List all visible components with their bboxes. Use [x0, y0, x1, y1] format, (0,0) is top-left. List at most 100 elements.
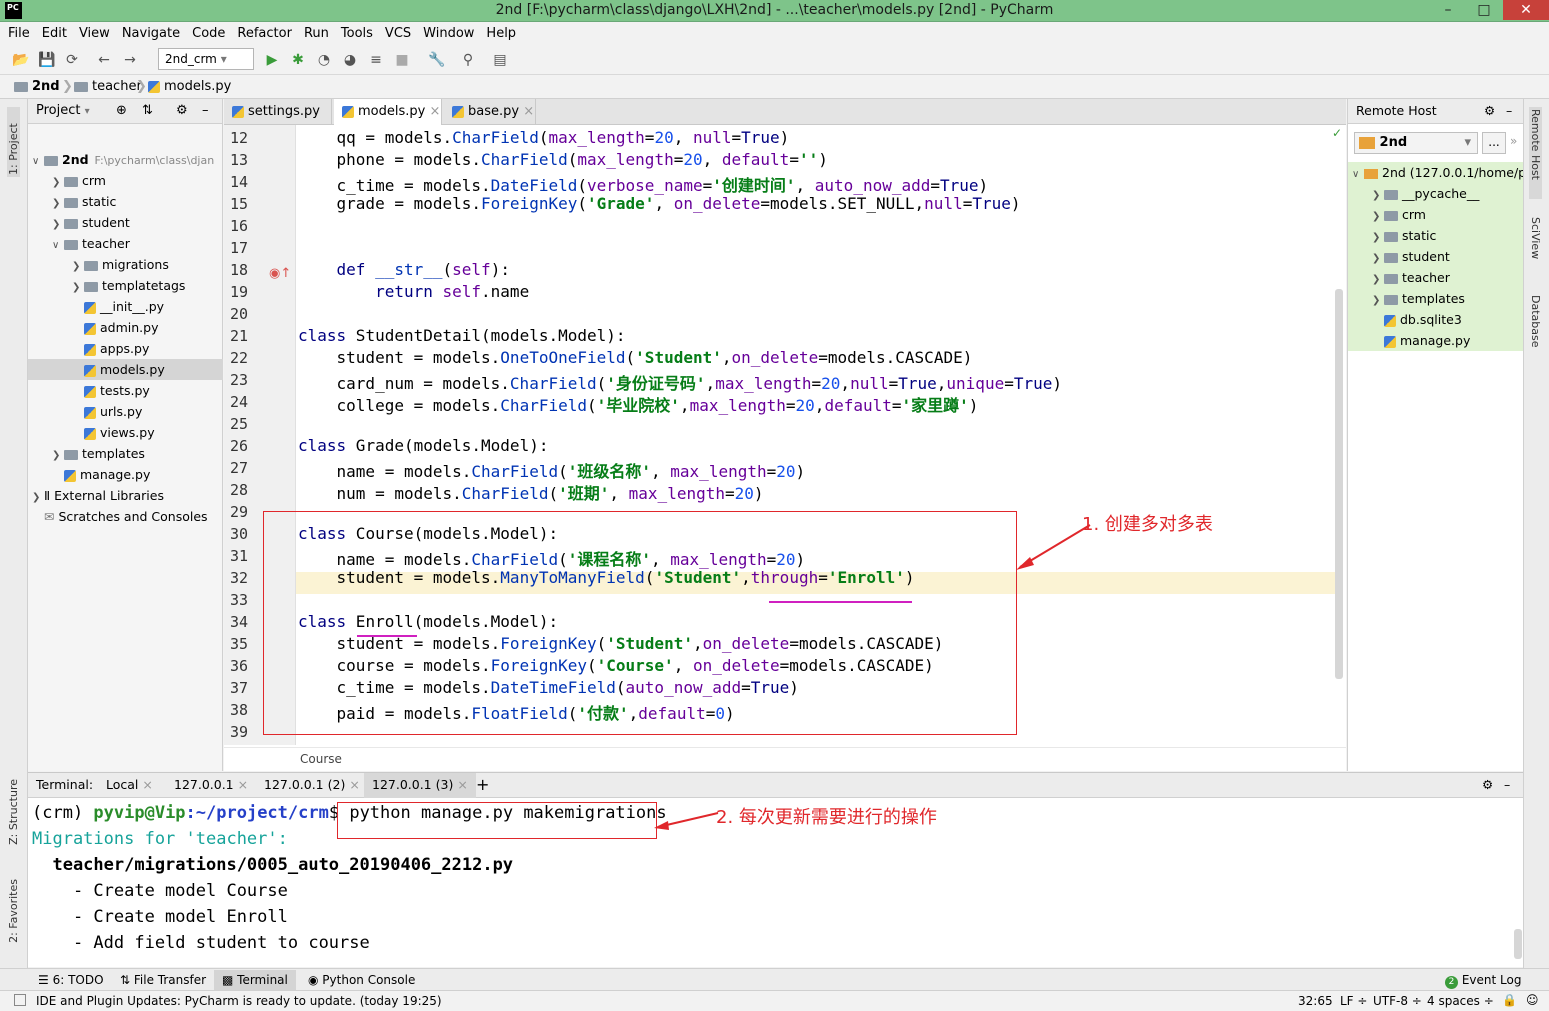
new-terminal-icon[interactable]: + — [468, 773, 497, 798]
chevron-right-icon[interactable]: ❯ — [1372, 206, 1384, 227]
search-icon[interactable]: ⚲ — [460, 52, 476, 68]
remote-host-tool-button[interactable]: Remote Host — [1529, 107, 1542, 199]
project-tree-item[interactable]: ❯ migrations — [28, 254, 223, 275]
menu-tools[interactable]: Tools — [333, 23, 377, 41]
coverage-icon[interactable]: ◔ — [316, 52, 332, 68]
gear-icon[interactable]: ⚙ — [176, 99, 188, 123]
breadcrumb-course[interactable]: Course — [300, 752, 342, 766]
line-separator[interactable]: LF ÷ — [1340, 994, 1367, 1008]
remote-tree-item[interactable]: ❯ crm — [1348, 204, 1524, 225]
menu-window[interactable]: Window — [415, 23, 478, 41]
menu-help[interactable]: Help — [478, 23, 520, 41]
remote-tree-item[interactable]: ❯ __pycache__ — [1348, 183, 1524, 204]
event-log-tool-button[interactable]: 2 Event Log — [1445, 973, 1521, 989]
menu-file[interactable]: File — [0, 23, 34, 41]
terminal-tab-2[interactable]: 127.0.0.1 (2) × — [256, 773, 368, 798]
todo-tool-button[interactable]: ☰ 6: TODO — [38, 973, 104, 987]
menu-navigate[interactable]: Navigate — [114, 23, 184, 41]
caret-position[interactable]: 32:65 — [1298, 994, 1333, 1008]
favorites-tool-button[interactable]: 2: Favorites — [7, 879, 20, 943]
status-message[interactable]: IDE and Plugin Updates: PyCharm is ready… — [36, 994, 442, 1008]
remote-tree-item[interactable]: ❯ templates — [1348, 288, 1524, 309]
lock-icon[interactable]: 🔒 — [1502, 993, 1517, 1007]
menu-vcs[interactable]: VCS — [377, 23, 415, 41]
chevron-down-icon[interactable]: ∨ — [32, 151, 44, 172]
menu-code[interactable]: Code — [184, 23, 229, 41]
project-view-select[interactable]: Project — [36, 103, 80, 118]
terminal-tab-1[interactable]: 127.0.0.1 × — [166, 773, 256, 798]
file-transfer-tool-button[interactable]: ⇅ File Transfer — [120, 973, 206, 987]
code-line[interactable]: name = models.CharField('班级名称', max_leng… — [298, 458, 806, 482]
terminal-tool-button[interactable]: ▩ Terminal — [214, 970, 296, 990]
project-tree-item[interactable]: views.py — [28, 422, 223, 443]
debug-icon[interactable]: ✱ — [290, 52, 306, 68]
database-tool-button[interactable]: Database — [1529, 295, 1542, 348]
vcs-icon[interactable]: ▤ — [492, 52, 508, 68]
sync-icon[interactable]: ⟳ — [64, 52, 80, 68]
code-line[interactable]: grade = models.ForeignKey('Grade', on_de… — [298, 194, 1021, 213]
project-tree-item[interactable]: ∨ teacher — [28, 233, 223, 254]
remote-tree-item[interactable]: ❯ static — [1348, 225, 1524, 246]
menu-edit[interactable]: Edit — [34, 23, 71, 41]
open-folder-icon[interactable]: 📂 — [12, 52, 29, 68]
menu-refactor[interactable]: Refactor — [229, 23, 296, 41]
more-servers-button[interactable]: ... — [1482, 132, 1506, 154]
server-select[interactable]: 2nd ▾ — [1354, 132, 1478, 154]
breadcrumb-teacher[interactable]: teacher — [74, 79, 142, 94]
tab-models[interactable]: models.py × — [334, 99, 442, 125]
stop-icon[interactable]: ■ — [394, 52, 410, 68]
code-line[interactable]: class Grade(models.Model): — [298, 436, 548, 455]
terminal-tab-3[interactable]: 127.0.0.1 (3) × — [364, 773, 476, 798]
project-tree-item[interactable]: ∨ 2nd F:\pycharm\class\djan — [28, 149, 223, 170]
code-line[interactable]: def __str__(self): — [298, 260, 510, 279]
close-button[interactable]: ✕ — [1503, 0, 1549, 20]
chevron-right-icon[interactable]: ❯ — [52, 445, 64, 466]
project-tree-item[interactable]: manage.py — [28, 464, 223, 485]
remote-tree-item[interactable]: ❯ student — [1348, 246, 1524, 267]
code-line[interactable]: student = models.OneToOneField('Student'… — [298, 348, 973, 367]
hide-icon[interactable]: – — [1506, 99, 1512, 123]
chevron-right-icon[interactable]: ❯ — [52, 214, 64, 235]
run-icon[interactable]: ▶ — [264, 52, 280, 68]
inspector-icon[interactable]: ☺ — [1526, 993, 1539, 1007]
chevron-right-icon[interactable]: ❯ — [1372, 185, 1384, 206]
tab-settings[interactable]: settings.py × — [224, 99, 332, 144]
hide-icon[interactable]: – — [202, 99, 209, 123]
project-tree-item[interactable]: ✉ Scratches and Consoles — [28, 506, 223, 527]
project-tree-item[interactable]: ❯ student — [28, 212, 223, 233]
collapse-icon[interactable]: ⇅ — [142, 99, 153, 123]
chevron-right-icon[interactable]: ❯ — [1372, 269, 1384, 290]
code-line[interactable]: card_num = models.CharField('身份证号码',max_… — [298, 370, 1062, 394]
code-line[interactable]: qq = models.CharField(max_length=20, nul… — [298, 128, 790, 147]
chevron-right-icon[interactable]: ❯ — [52, 193, 64, 214]
close-tab-icon[interactable]: × — [523, 104, 534, 119]
code-line[interactable]: return self.name — [298, 282, 529, 301]
chevron-right-icon[interactable]: ❯ — [72, 277, 84, 298]
status-toggle-icon[interactable] — [14, 994, 26, 1006]
gear-icon[interactable]: ⚙ — [1484, 99, 1495, 123]
project-tree-item[interactable]: ❯ static — [28, 191, 223, 212]
code-line[interactable]: num = models.CharField('班期', max_length=… — [298, 480, 764, 504]
project-tool-button[interactable]: 1: Project — [7, 107, 20, 177]
maximize-button[interactable]: □ — [1466, 0, 1502, 20]
python-console-tool-button[interactable]: ◉ Python Console — [308, 973, 415, 987]
project-tree-item[interactable]: __init__.py — [28, 296, 223, 317]
tab-base[interactable]: base.py × — [444, 99, 536, 125]
project-tree-item[interactable]: apps.py — [28, 338, 223, 359]
remote-tree-item[interactable]: db.sqlite3 — [1348, 309, 1524, 330]
menu-run[interactable]: Run — [296, 23, 333, 41]
project-tree-item[interactable]: ❯ Ⅱ External Libraries — [28, 485, 223, 506]
project-tree-item[interactable]: urls.py — [28, 401, 223, 422]
remote-tree-item[interactable]: manage.py — [1348, 330, 1524, 351]
sciview-tool-button[interactable]: SciView — [1529, 217, 1542, 259]
terminal-tab-local[interactable]: Local × — [98, 773, 161, 798]
locate-icon[interactable]: ⊕ — [116, 99, 127, 123]
project-tree-item[interactable]: ❯ crm — [28, 170, 223, 191]
run-config-select[interactable]: 2nd_crm ▾ — [158, 48, 254, 70]
terminal-scrollbar[interactable] — [1514, 929, 1522, 959]
back-icon[interactable]: ← — [96, 52, 112, 68]
remote-tree-item[interactable]: ❯ teacher — [1348, 267, 1524, 288]
breadcrumb-project[interactable]: 2nd — [14, 79, 60, 94]
chevron-down-icon[interactable]: ∨ — [52, 235, 64, 256]
chevron-right-icon[interactable]: ❯ — [1372, 290, 1384, 311]
